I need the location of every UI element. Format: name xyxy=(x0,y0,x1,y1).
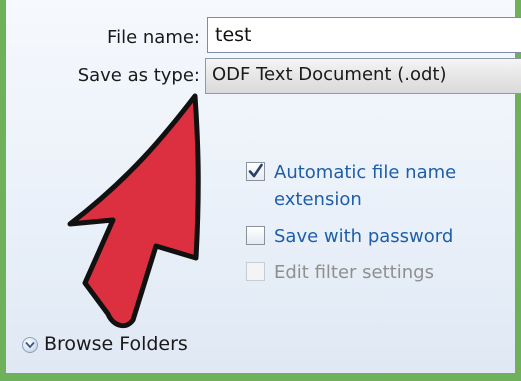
save-as-type-label: Save as type: xyxy=(77,65,200,86)
browse-folders-label: Browse Folders xyxy=(44,333,188,355)
edit-filter-settings-label: Edit filter settings xyxy=(274,262,434,283)
auto-extension-label: Automatic file name extension xyxy=(274,159,456,213)
auto-extension-label-line2: extension xyxy=(274,189,362,210)
checkmark-icon xyxy=(248,163,263,178)
save-as-type-select[interactable]: ODF Text Document (.odt) xyxy=(205,58,521,94)
auto-extension-label-line1: Automatic file name xyxy=(274,162,457,183)
save-with-password-checkbox[interactable] xyxy=(246,226,265,245)
frame-bottom-border xyxy=(0,373,521,381)
edit-filter-settings-checkbox xyxy=(246,262,265,281)
chevron-down-icon xyxy=(22,337,38,353)
file-name-input[interactable] xyxy=(207,17,521,53)
save-with-password-label: Save with password xyxy=(274,226,454,247)
file-name-label: File name: xyxy=(107,27,200,48)
auto-extension-checkbox[interactable] xyxy=(246,162,265,181)
